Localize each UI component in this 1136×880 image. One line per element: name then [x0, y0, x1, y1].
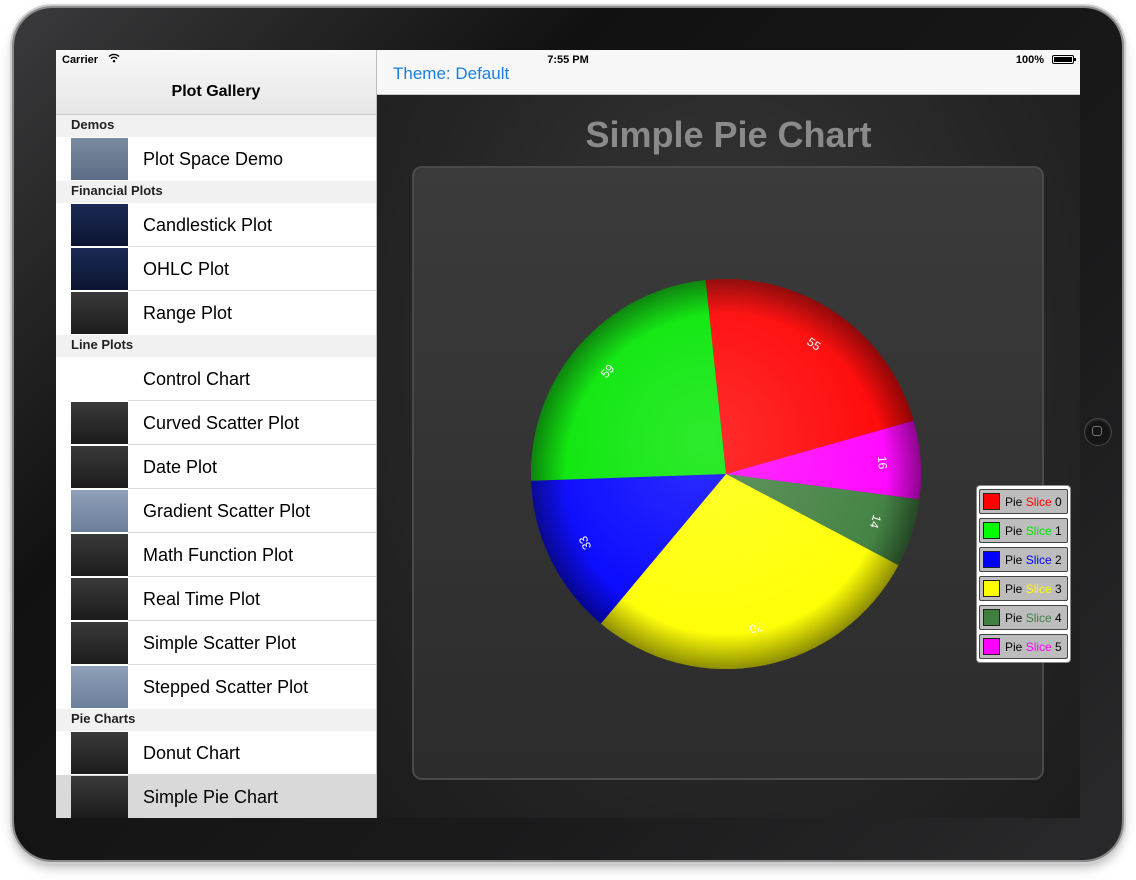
list-item-label: Plot Space Demo [143, 149, 284, 169]
detail-view: Theme: Default Simple Pie Chart 55 16 14 70… [377, 50, 1080, 818]
list-item[interactable]: Donut Chart [56, 731, 376, 775]
list-item-label: Range Plot [143, 303, 233, 323]
list-item-label: Simple Pie Chart [143, 787, 279, 807]
thumbnail-image [71, 732, 128, 774]
legend-item: Pie Slice 0 [979, 489, 1068, 514]
list-item-label: Simple Scatter Plot [143, 633, 297, 653]
thumbnail-image [71, 578, 128, 620]
status-bar: Carrier 7:55 PM 100% [56, 50, 1080, 70]
thumbnail-image [71, 622, 128, 664]
legend-swatch [983, 638, 1000, 655]
screen: Plot Gallery Demos Plot Space Demo Financi… [56, 50, 1080, 818]
legend-swatch [983, 493, 1000, 510]
list-item[interactable]: Date Plot [56, 445, 376, 489]
list-item-label: OHLC Plot [143, 259, 230, 279]
battery-percent: 100% [1015, 54, 1044, 66]
legend-item: Pie Slice 4 [979, 605, 1068, 630]
legend-label: Pie Slice 2 [1005, 553, 1062, 567]
home-button[interactable] [1084, 418, 1112, 446]
list-item-label: Stepped Scatter Plot [143, 677, 309, 697]
list-item[interactable]: Simple Pie Chart [56, 775, 376, 818]
thumbnail-image [71, 776, 128, 818]
list-item-label: Candlestick Plot [143, 215, 273, 235]
section-header: Financial Plots [56, 181, 376, 203]
list-item[interactable]: Simple Scatter Plot [56, 621, 376, 665]
section-header: Demos [56, 115, 376, 137]
legend-swatch [983, 522, 1000, 539]
list-item[interactable]: Math Function Plot [56, 533, 376, 577]
pie-chart: 551614703359 [531, 279, 921, 669]
section-header: Pie Charts [56, 709, 376, 731]
thumbnail-image [71, 358, 128, 400]
home-button-icon [1092, 426, 1102, 436]
list-item[interactable]: Plot Space Demo [56, 137, 376, 181]
thumbnail-image [71, 446, 128, 488]
legend-item: Pie Slice 3 [979, 576, 1068, 601]
legend-swatch [983, 580, 1000, 597]
legend-label: Pie Slice 0 [1005, 495, 1062, 509]
legend-label: Pie Slice 5 [1005, 640, 1062, 654]
plot-area: 55 16 14 70 33 59 Pie Slice 0 Pie Slice 1 Pie S… [412, 166, 1071, 780]
thumbnail-image [71, 292, 128, 334]
legend-swatch [983, 551, 1000, 568]
list-item-label: Donut Chart [143, 743, 241, 763]
list-item[interactable]: OHLC Plot [56, 247, 376, 291]
legend-label: Pie Slice 3 [1005, 582, 1062, 596]
thumbnail-image [71, 402, 128, 444]
battery-icon [1052, 55, 1076, 64]
sidebar-title: Plot Gallery [171, 83, 261, 100]
list-item[interactable]: Real Time Plot [56, 577, 376, 621]
sidebar: Plot Gallery Demos Plot Space Demo Financi… [56, 50, 377, 818]
status-time: 7:55 PM [547, 54, 589, 66]
thumbnail-image [71, 248, 128, 290]
legend-item: Pie Slice 2 [979, 547, 1068, 572]
list-item-label: Math Function Plot [143, 545, 294, 565]
thumbnail-image [71, 534, 128, 576]
thumbnail-image [71, 666, 128, 708]
chart-legend: Pie Slice 0 Pie Slice 1 Pie Slice 2 Pie Sli… [976, 485, 1071, 663]
list-item-label: Gradient Scatter Plot [143, 501, 311, 521]
list-item-label: Curved Scatter Plot [143, 413, 300, 433]
list-item-label: Date Plot [143, 457, 218, 477]
legend-label: Pie Slice 4 [1005, 611, 1062, 625]
list-item-label: Real Time Plot [143, 589, 261, 609]
list-item-label: Control Chart [143, 369, 251, 389]
list-item[interactable]: Range Plot [56, 291, 376, 335]
pie-highlight [531, 279, 921, 669]
list-item[interactable]: Curved Scatter Plot [56, 401, 376, 445]
chart-title: Simple Pie Chart [585, 114, 872, 155]
section-header: Line Plots [56, 335, 376, 357]
list-item[interactable]: Candlestick Plot [56, 203, 376, 247]
thumbnail-image [71, 490, 128, 532]
list-item[interactable]: Control Chart [56, 357, 376, 401]
legend-item: Pie Slice 5 [979, 634, 1068, 659]
thumbnail-image [71, 204, 128, 246]
plot-list: Demos Plot Space Demo Financial Plots Candl… [56, 115, 376, 818]
legend-label: Pie Slice 1 [1005, 524, 1062, 538]
thumbnail-image [71, 138, 128, 180]
legend-swatch [983, 609, 1000, 626]
list-item[interactable]: Gradient Scatter Plot [56, 489, 376, 533]
legend-item: Pie Slice 1 [979, 518, 1068, 543]
slice-value-label: 16 [875, 455, 890, 470]
list-item[interactable]: Stepped Scatter Plot [56, 665, 376, 709]
